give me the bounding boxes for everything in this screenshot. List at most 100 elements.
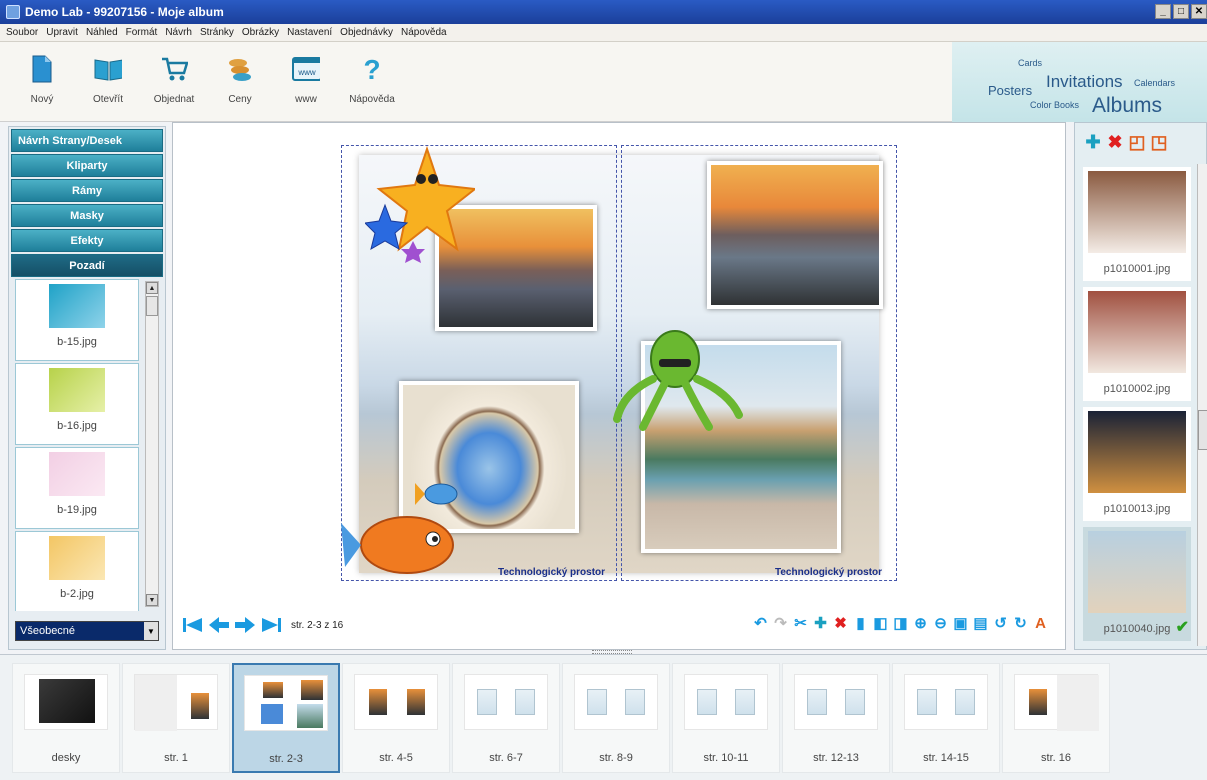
page-preview (464, 674, 548, 730)
scroll-down-icon[interactable]: ▼ (146, 594, 158, 606)
section-page-design[interactable]: Návrh Strany/Desek (11, 129, 163, 152)
section-backgrounds[interactable]: Pozadí (11, 254, 163, 277)
menu-objednavky[interactable]: Objednávky (340, 27, 393, 38)
tools-icon[interactable]: ✂ (792, 613, 809, 633)
align-left-icon[interactable]: ◧ (872, 613, 889, 633)
close-icon[interactable]: ✕ (1191, 4, 1207, 19)
maximize-icon[interactable]: □ (1173, 4, 1189, 19)
photo-frame[interactable] (707, 161, 883, 309)
menu-upravit[interactable]: Upravit (46, 27, 78, 38)
page-spread[interactable]: Technologický prostor Technologický pros… (341, 145, 897, 581)
mini-placeholder (845, 689, 865, 715)
photo-thumb[interactable]: p1010013.jpg (1083, 407, 1191, 521)
phone-icon[interactable]: ▮ (852, 613, 869, 633)
menu-format[interactable]: Formát (126, 27, 158, 38)
background-thumb[interactable]: b-15.jpg (15, 279, 139, 361)
section-masks[interactable]: Masky (11, 204, 163, 227)
rotate-right-icon[interactable]: ↻ (1012, 613, 1029, 633)
prices-button[interactable]: Ceny (210, 42, 270, 122)
import-icon[interactable]: ◰ (1129, 132, 1146, 152)
photo-thumb-selected[interactable]: p1010040.jpg ✔ (1083, 527, 1191, 641)
background-list-scrollbar[interactable]: ▲ ▼ (145, 281, 159, 607)
strip-label: str. 16 (1041, 752, 1071, 764)
menu-obrazky[interactable]: Obrázky (242, 27, 279, 38)
starfish-clipart[interactable] (365, 145, 475, 265)
export-icon[interactable]: ◳ (1151, 132, 1168, 152)
strip-page[interactable]: str. 1 (122, 663, 230, 773)
www-icon: www (292, 54, 320, 84)
remove-photo-icon[interactable]: ✖ (1107, 132, 1123, 152)
new-button[interactable]: Nový (12, 42, 72, 122)
section-clipart[interactable]: Kliparty (11, 154, 163, 177)
background-thumb[interactable]: b-2.jpg (15, 531, 139, 611)
menu-nahled[interactable]: Náhled (86, 27, 118, 38)
small-fish-clipart[interactable] (415, 479, 461, 509)
background-name: b-16.jpg (57, 420, 97, 432)
prev-page-icon[interactable] (207, 614, 231, 636)
strip-page[interactable]: str. 14-15 (892, 663, 1000, 773)
strip-page[interactable]: str. 8-9 (562, 663, 670, 773)
strip-label: str. 10-11 (703, 752, 749, 764)
last-page-icon[interactable] (259, 614, 283, 636)
menu-napoveda[interactable]: Nápověda (401, 27, 447, 38)
brand-cards: Cards (1018, 58, 1043, 68)
www-button[interactable]: www www (276, 42, 336, 122)
photo-thumb[interactable]: p1010001.jpg (1083, 167, 1191, 281)
photo-list-scrollbar[interactable] (1197, 164, 1207, 646)
open-button[interactable]: Otevřít (78, 42, 138, 122)
strip-page-selected[interactable]: str. 2-3 (232, 663, 340, 773)
scroll-thumb[interactable] (146, 296, 158, 316)
menu-soubor[interactable]: Soubor (6, 27, 38, 38)
add-icon[interactable]: ✚ (812, 613, 829, 633)
page-counter: str. 2-3 z 16 (291, 619, 344, 631)
background-name: b-2.jpg (60, 588, 94, 600)
minimize-icon[interactable]: _ (1155, 4, 1171, 19)
brand-colorbooks: Color Books (1030, 100, 1080, 110)
mini-placeholder (697, 689, 717, 715)
strip-page-cover[interactable]: desky (12, 663, 120, 773)
category-select[interactable]: Všeobecné ▼ (15, 621, 159, 641)
mini-placeholder (917, 689, 937, 715)
mini-photo (261, 704, 283, 724)
next-page-icon[interactable] (233, 614, 257, 636)
background-thumb[interactable]: b-19.jpg (15, 447, 139, 529)
rotate-left-icon[interactable]: ↺ (992, 613, 1009, 633)
photo-thumb[interactable]: p1010002.jpg (1083, 287, 1191, 401)
menu-navrh[interactable]: Návrh (165, 27, 192, 38)
section-frames[interactable]: Rámy (11, 179, 163, 202)
section-effects[interactable]: Efekty (11, 229, 163, 252)
help-button[interactable]: ? Nápověda (342, 42, 402, 122)
zoom-in-icon[interactable]: ⊕ (912, 613, 929, 633)
delete-icon[interactable]: ✖ (832, 613, 849, 633)
zoom-out-icon[interactable]: ⊖ (932, 613, 949, 633)
octopus-clipart[interactable] (613, 323, 743, 433)
menu-stranky[interactable]: Stránky (200, 27, 234, 38)
page-preview (134, 674, 218, 731)
redo-icon[interactable]: ↷ (772, 613, 789, 633)
strip-page[interactable]: str. 16 (1002, 663, 1110, 773)
scroll-thumb[interactable] (1198, 410, 1207, 450)
strip-page[interactable]: str. 4-5 (342, 663, 450, 773)
align-right-icon[interactable]: ◨ (892, 613, 909, 633)
strip-page[interactable]: str. 12-13 (782, 663, 890, 773)
fish-clipart[interactable] (341, 509, 467, 585)
add-photo-icon[interactable]: ✚ (1085, 132, 1101, 152)
strip-page[interactable]: str. 10-11 (672, 663, 780, 773)
background-thumb[interactable]: b-16.jpg (15, 363, 139, 445)
text-icon[interactable]: A (1032, 613, 1049, 633)
undo-icon[interactable]: ↶ (752, 613, 769, 633)
canvas-tools: ↶ ↷ ✂ ✚ ✖ ▮ ◧ ◨ ⊕ ⊖ ▣ ▤ ↺ ↻ A (752, 613, 1049, 633)
chevron-down-icon[interactable]: ▼ (144, 622, 158, 640)
first-page-icon[interactable] (181, 614, 205, 636)
coins-icon (226, 54, 254, 84)
fit-page-icon[interactable]: ▣ (952, 613, 969, 633)
photo-sunset (711, 165, 879, 305)
fit-image-icon[interactable]: ▤ (972, 613, 989, 633)
strip-page[interactable]: str. 6-7 (452, 663, 560, 773)
photo-image (1088, 291, 1186, 373)
menu-nastaveni[interactable]: Nastavení (287, 27, 332, 38)
scroll-up-icon[interactable]: ▲ (146, 282, 158, 294)
mini-photo (191, 693, 209, 719)
mini-placeholder (735, 689, 755, 715)
order-button[interactable]: Objednat (144, 42, 204, 122)
